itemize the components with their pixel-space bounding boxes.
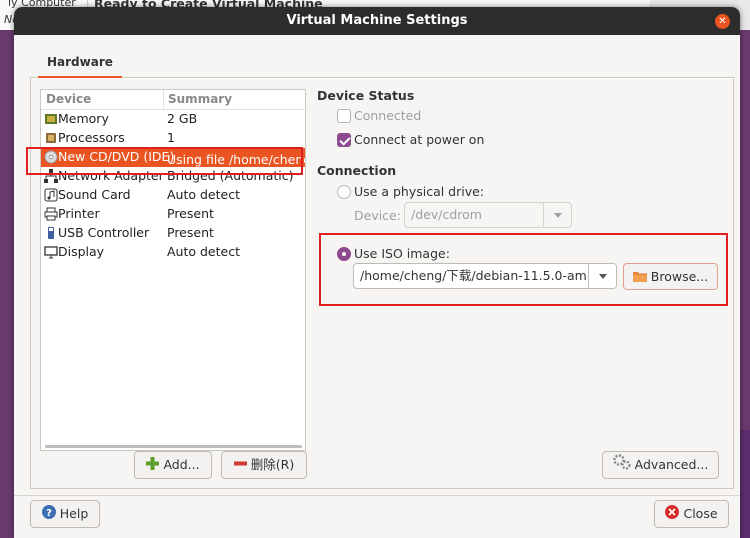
connected-label: Connected xyxy=(354,108,422,123)
connect-at-power-on-label[interactable]: Connect at power on xyxy=(354,132,484,147)
chevron-down-icon[interactable] xyxy=(588,264,616,288)
memory-icon xyxy=(44,112,58,126)
chevron-down-icon xyxy=(543,203,571,227)
device-row-sound-card[interactable]: Sound Card Auto detect xyxy=(41,186,305,205)
add-button-label: Add... xyxy=(163,457,200,472)
device-row-printer[interactable]: Printer Present xyxy=(41,205,305,224)
physical-drive-label[interactable]: Use a physical drive: xyxy=(354,184,484,199)
device-summary: 1 xyxy=(167,130,175,145)
footer-divider xyxy=(14,495,740,496)
display-icon xyxy=(44,245,58,259)
device-summary: Auto detect xyxy=(167,187,240,202)
device-list-header: Device Summary xyxy=(41,90,305,110)
physical-drive-radio[interactable] xyxy=(337,185,351,199)
plus-icon xyxy=(146,453,160,479)
device-name: Memory xyxy=(58,111,109,126)
close-button-label: Close xyxy=(683,506,718,521)
svg-text:?: ? xyxy=(46,508,52,519)
iso-image-label[interactable]: Use ISO image: xyxy=(354,246,450,261)
column-header-summary[interactable]: Summary xyxy=(168,92,232,106)
device-summary: Present xyxy=(167,225,214,240)
help-button-label: Help xyxy=(59,506,89,521)
connect-at-power-on-checkbox[interactable] xyxy=(337,133,351,147)
device-name: Processors xyxy=(58,130,125,145)
remove-button-label: 删除(R) xyxy=(250,457,295,472)
iso-path-value[interactable]: /home/cheng/下载/debian-11.5.0-amd64 xyxy=(360,264,586,288)
help-icon: ? xyxy=(41,502,56,528)
device-name: Printer xyxy=(58,206,100,221)
device-row-processors[interactable]: Processors 1 xyxy=(41,129,305,148)
sound-icon xyxy=(44,188,58,202)
usb-icon xyxy=(44,226,58,240)
column-header-device[interactable]: Device xyxy=(46,92,91,106)
device-row-usb-controller[interactable]: USB Controller Present xyxy=(41,224,305,243)
device-summary: Auto detect xyxy=(167,244,240,259)
window-close-icon[interactable]: ✕ xyxy=(715,14,730,29)
help-button[interactable]: ? Help xyxy=(30,500,100,528)
remove-button[interactable]: 删除(R) xyxy=(221,451,307,479)
device-select-value: /dev/cdrom xyxy=(411,207,482,222)
device-status-heading: Device Status xyxy=(317,88,415,103)
device-select: /dev/cdrom xyxy=(404,202,572,228)
printer-icon xyxy=(44,207,58,221)
dialog-titlebar[interactable]: Virtual Machine Settings ✕ xyxy=(14,7,740,35)
dialog-title: Virtual Machine Settings xyxy=(286,13,468,28)
gears-icon xyxy=(612,453,631,479)
device-row-memory[interactable]: Memory 2 GB xyxy=(41,110,305,129)
tab-bar: Hardware xyxy=(30,47,734,78)
iso-path-combo[interactable]: /home/cheng/下载/debian-11.5.0-amd64 xyxy=(353,263,617,289)
connected-checkbox xyxy=(337,109,351,123)
vm-settings-dialog: Virtual Machine Settings ✕ Hardware Devi… xyxy=(14,7,740,538)
iso-image-radio[interactable] xyxy=(337,247,351,261)
advanced-button[interactable]: Advanced... xyxy=(602,451,719,479)
connection-heading: Connection xyxy=(317,163,397,178)
device-name: Display xyxy=(58,244,105,259)
device-list[interactable]: Device Summary Memory 2 GB Processors 1 New … xyxy=(40,89,306,451)
minus-icon xyxy=(233,453,247,479)
add-button[interactable]: Add... xyxy=(134,451,212,479)
folder-icon xyxy=(632,265,647,290)
device-label: Device: xyxy=(354,208,401,223)
device-summary: Present xyxy=(167,206,214,221)
column-separator xyxy=(163,90,164,110)
browse-button-label: Browse... xyxy=(650,269,709,284)
advanced-button-label: Advanced... xyxy=(634,457,709,472)
highlight-box-cd-row xyxy=(26,147,303,175)
device-row-display[interactable]: Display Auto detect xyxy=(41,243,305,262)
processor-icon xyxy=(44,131,58,145)
tab-hardware[interactable]: Hardware xyxy=(38,47,122,78)
device-summary: 2 GB xyxy=(167,111,198,126)
browse-button[interactable]: Browse... xyxy=(623,263,718,290)
close-button[interactable]: Close xyxy=(654,500,729,528)
device-name: Sound Card xyxy=(58,187,131,202)
horizontal-scrollbar[interactable] xyxy=(45,445,302,448)
device-name: USB Controller xyxy=(58,225,150,240)
close-circle-icon xyxy=(665,502,680,528)
